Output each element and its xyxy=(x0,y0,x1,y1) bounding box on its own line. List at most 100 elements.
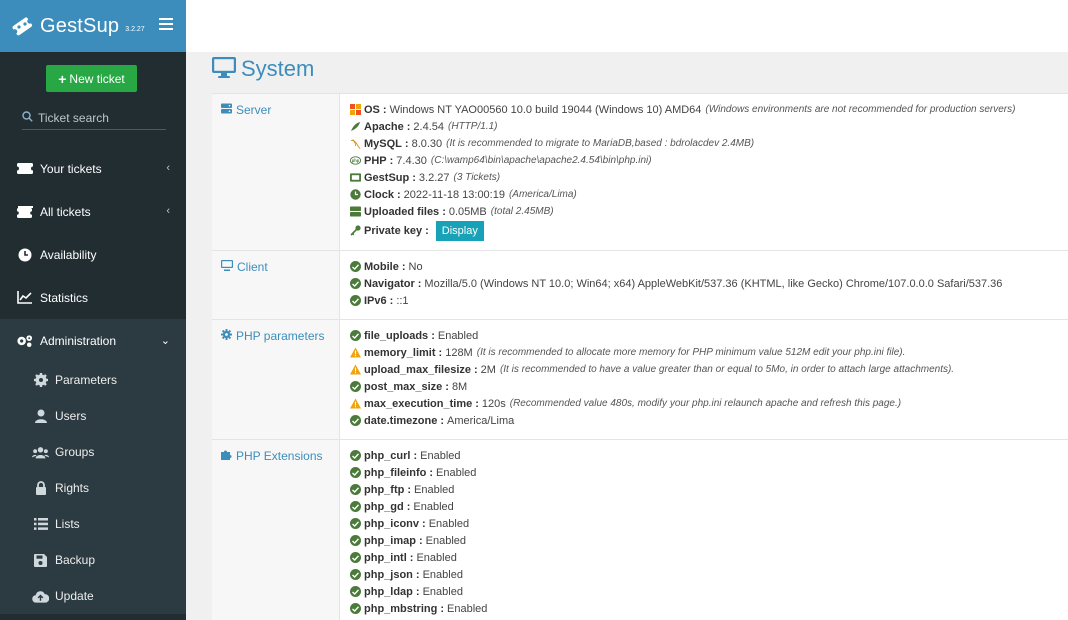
sidebar-item-users[interactable]: Users xyxy=(0,398,186,434)
check-circle-icon xyxy=(350,603,361,614)
lock-icon xyxy=(32,481,49,495)
sidebar-item-backup[interactable]: Backup xyxy=(0,542,186,578)
server-gestsup-line: GestSup: 3.2.27 (3 Tickets) xyxy=(350,169,1068,186)
client-details: Mobile: No Navigator: Mozilla/5.0 (Windo… xyxy=(340,251,1068,319)
check-circle-icon xyxy=(350,586,361,597)
server-os-line: OS: Windows NT YAO00560 10.0 build 19044… xyxy=(350,101,1068,118)
ext-line: php_imap: Enabled xyxy=(350,532,1068,549)
param-memory-limit-line: memory_limit: 128M (It is recommended to… xyxy=(350,344,1068,361)
user-icon xyxy=(32,409,49,423)
mobile-key: Mobile xyxy=(364,260,399,273)
client-navigator-line: Navigator: Mozilla/5.0 (Windows NT 10.0;… xyxy=(350,275,1068,292)
sidebar-item-statistics[interactable]: Statistics xyxy=(0,276,186,319)
chevron-down-icon: ⌄ xyxy=(160,335,170,347)
check-circle-icon xyxy=(350,467,361,478)
sidebar-item-your-tickets[interactable]: Your tickets ‹ xyxy=(0,147,186,190)
server-php-line: php PHP: 7.4.30 (C:\wamp64\bin\apache\ap… xyxy=(350,154,652,167)
ext-key: php_ftp xyxy=(364,483,405,496)
ext-value: Enabled xyxy=(447,602,488,615)
client-label-text: Client xyxy=(237,260,268,274)
check-circle-icon xyxy=(350,552,361,563)
php-value: 7.4.30 xyxy=(396,154,427,167)
top-navbar xyxy=(186,0,1068,52)
sidebar-item-groups[interactable]: Groups xyxy=(0,434,186,470)
gestsup-value: 3.2.27 xyxy=(418,171,450,184)
mysql-note: (It is recommended to migrate to MariaDB… xyxy=(446,138,755,149)
desktop-icon xyxy=(221,260,233,271)
sidebar-item-lists[interactable]: Lists xyxy=(0,506,186,542)
check-circle-icon xyxy=(350,518,361,529)
warning-icon xyxy=(350,364,361,375)
ext-value: Enabled xyxy=(428,517,470,530)
server-label: Server xyxy=(212,94,340,250)
param-value: 128M xyxy=(445,346,473,359)
clock-value: 2022-11-18 13:00:19 xyxy=(403,188,505,201)
os-value: Windows NT YAO00560 10.0 build 19044 (Wi… xyxy=(389,103,702,116)
sidebar-item-all-tickets[interactable]: All tickets ‹ xyxy=(0,190,186,233)
sidebar-item-administration[interactable]: Administration ⌄ xyxy=(0,319,186,362)
ticket-search-input[interactable] xyxy=(38,111,158,125)
chevron-left-icon: ‹ xyxy=(166,205,170,217)
ext-value: Enabled xyxy=(414,483,455,496)
php-parameters-section: PHP parameters file_uploads: Enabled mem… xyxy=(212,320,1068,440)
mysql-icon xyxy=(350,138,361,149)
menu-toggle-icon[interactable] xyxy=(159,18,173,30)
display-private-key-button[interactable]: Display xyxy=(435,220,484,241)
brand-name[interactable]: GestSup xyxy=(40,15,119,38)
check-circle-icon xyxy=(350,535,361,546)
param-key: max_execution_time xyxy=(364,397,473,410)
param-post-max-size-line: post_max_size: 8M xyxy=(350,378,1068,395)
check-circle-icon xyxy=(350,381,361,392)
php-key: PHP xyxy=(364,154,387,167)
check-circle-icon xyxy=(350,501,361,512)
gear-icon xyxy=(32,373,49,387)
client-ipv6-line: IPv6: ::1 xyxy=(350,292,1068,309)
new-ticket-button[interactable]: + New ticket xyxy=(46,65,137,92)
sidebar-item-parameters[interactable]: Parameters xyxy=(0,362,186,398)
ext-key: php_fileinfo xyxy=(364,466,427,479)
feather-icon xyxy=(350,121,361,132)
mobile-value: No xyxy=(408,260,423,273)
sidebar-item-label: Users xyxy=(55,409,87,423)
warning-icon xyxy=(350,398,361,409)
ext-line: php_intl: Enabled xyxy=(350,549,1068,566)
client-section: Client Mobile: No Navigator: Mozilla/5.0… xyxy=(212,251,1068,320)
cloud-upload-icon xyxy=(32,590,49,603)
search-icon xyxy=(22,111,33,125)
check-circle-icon xyxy=(350,450,361,461)
sidebar-item-update[interactable]: Update xyxy=(0,578,186,614)
clock-note: (America/Lima) xyxy=(508,189,577,200)
administration-submenu: Parameters Users Groups Rights Lists Bac… xyxy=(0,362,186,614)
main-content: System Server OS: Windows NT YAO00560 10… xyxy=(186,52,1068,620)
ticket-icon xyxy=(16,162,33,176)
server-uploads-line: Uploaded files: 0.05MB (total 2.45MB) xyxy=(350,203,1068,220)
php-extensions-label-text: PHP Extensions xyxy=(236,449,323,463)
gestsup-note: (3 Tickets) xyxy=(453,172,501,183)
os-key: OS xyxy=(364,103,380,116)
check-circle-icon xyxy=(350,415,361,426)
ext-value: Enabled xyxy=(422,568,463,581)
warning-icon xyxy=(350,347,361,358)
sidebar-item-rights[interactable]: Rights xyxy=(0,470,186,506)
gestsup-logo-icon[interactable] xyxy=(8,12,36,40)
page-title: System xyxy=(212,56,314,82)
ext-value: Enabled xyxy=(436,466,477,479)
server-section: Server OS: Windows NT YAO00560 10.0 buil… xyxy=(212,94,1068,251)
server-privatekey-line: Private key: Display xyxy=(350,220,1068,241)
ext-value: Enabled xyxy=(422,585,463,598)
ext-line: php_json: Enabled xyxy=(350,566,1068,583)
sidebar-item-label: Administration xyxy=(40,333,117,348)
param-value: America/Lima xyxy=(447,414,515,427)
param-note: (It is recommended to have a value great… xyxy=(499,364,955,375)
php-extensions-label: PHP Extensions xyxy=(212,440,340,620)
page-title-text: System xyxy=(241,56,315,81)
param-upload-max-filesize-line: upload_max_filesize: 2M (It is recommend… xyxy=(350,361,1068,378)
server-label-text: Server xyxy=(236,103,272,117)
php-parameters-label-text: PHP parameters xyxy=(236,329,325,343)
apache-value: 2.4.54 xyxy=(413,120,445,133)
sidebar-item-availability[interactable]: Availability xyxy=(0,233,186,276)
hdd-icon xyxy=(350,206,361,217)
brand-version: 3.2.27 xyxy=(125,25,145,33)
users-icon xyxy=(32,446,49,459)
gear-icon xyxy=(221,329,232,340)
